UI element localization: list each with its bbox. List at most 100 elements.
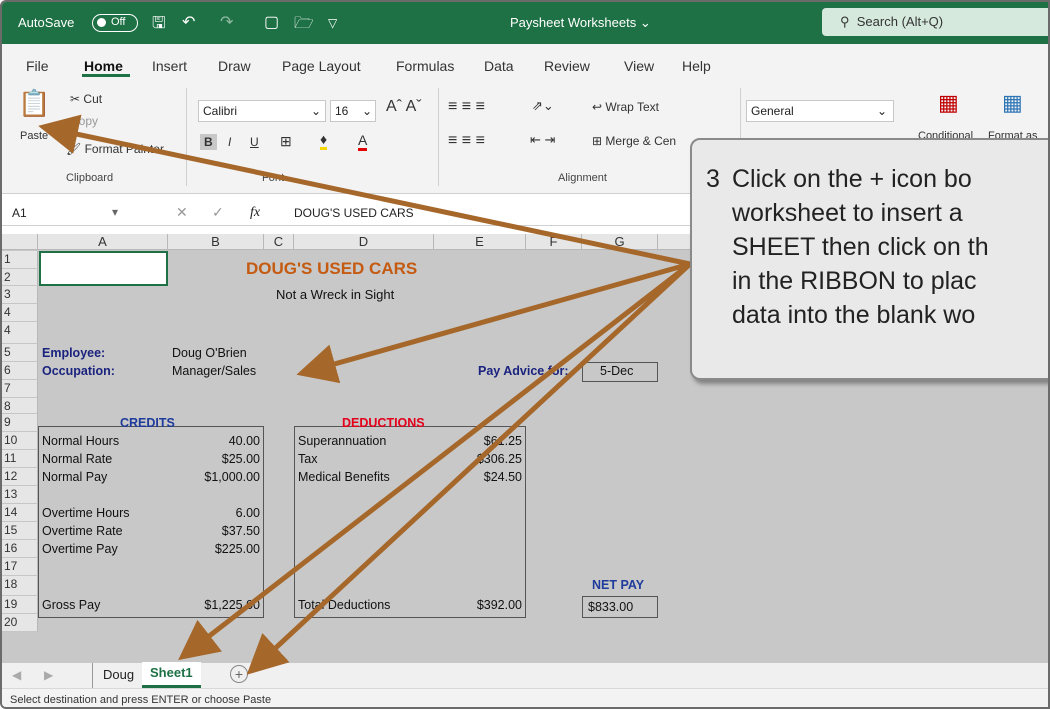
document-title[interactable]: Paysheet Worksheets ⌄ xyxy=(510,15,651,31)
deductions-header[interactable]: DEDUCTIONS xyxy=(342,414,425,432)
sheet-tab-sheet1[interactable]: Sheet1 xyxy=(142,662,201,688)
row-header[interactable]: 14 xyxy=(2,504,38,522)
customize-qat-icon[interactable]: ▽ xyxy=(328,16,337,30)
pay-advice-value[interactable]: 5-Dec xyxy=(600,362,633,380)
row-header[interactable]: 11 xyxy=(2,450,38,468)
credit-label[interactable]: Overtime Rate xyxy=(42,522,123,540)
deduction-value[interactable]: $392.00 xyxy=(434,596,522,614)
row-header[interactable]: 4 xyxy=(2,304,38,322)
new-sheet-icon[interactable]: + xyxy=(230,665,248,683)
credit-label[interactable]: Normal Rate xyxy=(42,450,112,468)
column-header-e[interactable]: E xyxy=(434,234,526,250)
wrap-text-button[interactable]: ↩ Wrap Text xyxy=(592,100,659,114)
insert-function-icon[interactable]: fx xyxy=(250,205,260,221)
tab-insert[interactable]: Insert xyxy=(152,58,187,74)
font-size-dropdown[interactable]: 16 ⌄ xyxy=(330,100,376,122)
row-header[interactable]: 20 xyxy=(2,614,38,632)
name-box-dropdown-icon[interactable]: ▾ xyxy=(112,205,118,219)
redo-icon[interactable]: ↷ xyxy=(220,12,233,32)
grow-font-icon[interactable]: Aˆ Aˇ xyxy=(386,98,422,116)
italic-button[interactable]: I xyxy=(228,135,231,149)
cut-button[interactable]: ✂ Cut xyxy=(70,92,102,106)
sheet-subtitle[interactable]: Not a Wreck in Sight xyxy=(276,286,394,304)
net-pay-label[interactable]: NET PAY xyxy=(592,576,644,594)
credit-value[interactable]: 6.00 xyxy=(168,504,260,522)
tab-home[interactable]: Home xyxy=(84,58,123,74)
credit-label[interactable]: Normal Pay xyxy=(42,468,107,486)
deduction-value[interactable]: $306.25 xyxy=(434,450,522,468)
net-pay-value[interactable]: $833.00 xyxy=(588,598,633,616)
orientation-icon[interactable]: ⇗⌄ xyxy=(532,98,554,114)
pay-advice-label[interactable]: Pay Advice for: xyxy=(478,362,569,380)
autosave-toggle[interactable]: Off xyxy=(92,14,138,32)
format-as-table-icon[interactable]: ▦ xyxy=(1002,90,1023,116)
tab-formulas[interactable]: Formulas xyxy=(396,58,454,74)
row-header[interactable]: 15 xyxy=(2,522,38,540)
column-header-a[interactable]: A xyxy=(38,234,168,250)
row-header[interactable]: 7 xyxy=(2,380,38,398)
paste-icon[interactable]: 📋 xyxy=(18,88,50,119)
enter-icon[interactable]: ✓ xyxy=(212,204,224,221)
cancel-icon[interactable]: ✕ xyxy=(176,204,188,221)
scroll-left-icon[interactable]: ◀ xyxy=(12,668,21,682)
column-header-b[interactable]: B xyxy=(168,234,264,250)
align-top-icon[interactable]: ≡ ≡ ≡ xyxy=(448,98,485,116)
tab-page-layout[interactable]: Page Layout xyxy=(282,58,361,74)
indent-icon[interactable]: ⇤ ⇥ xyxy=(530,132,555,148)
format-painter-button[interactable]: 🖌 Format Painter xyxy=(66,142,164,156)
underline-button[interactable]: U xyxy=(250,135,259,149)
occupation-label[interactable]: Occupation: xyxy=(42,362,115,380)
row-header[interactable]: 18 xyxy=(2,576,38,596)
column-header-d[interactable]: D xyxy=(294,234,434,250)
number-format-dropdown[interactable]: General ⌄ xyxy=(746,100,894,122)
credit-value[interactable]: $25.00 xyxy=(168,450,260,468)
credit-label[interactable]: Overtime Pay xyxy=(42,540,118,558)
deduction-label[interactable]: Total Deductions xyxy=(298,596,390,614)
column-header-f[interactable]: F xyxy=(526,234,582,250)
sheet-title[interactable]: DOUG'S USED CARS xyxy=(246,260,417,278)
deduction-value[interactable]: $61.25 xyxy=(434,432,522,450)
credit-value[interactable]: $37.50 xyxy=(168,522,260,540)
credit-value[interactable]: $1,000.00 xyxy=(168,468,260,486)
row-header[interactable]: 13 xyxy=(2,486,38,504)
row-header[interactable]: 17 xyxy=(2,558,38,576)
sheet-tab-doug[interactable]: Doug xyxy=(92,663,144,688)
deduction-label[interactable]: Tax xyxy=(298,450,317,468)
new-file-icon[interactable]: ▢ xyxy=(264,12,279,32)
tab-draw[interactable]: Draw xyxy=(218,58,251,74)
row-header[interactable]: 9 xyxy=(2,414,38,432)
align-left-icon[interactable]: ≡ ≡ ≡ xyxy=(448,132,485,150)
row-header[interactable]: 10 xyxy=(2,432,38,450)
employee-value[interactable]: Doug O'Brien xyxy=(172,344,247,362)
row-header[interactable]: 1 xyxy=(2,251,38,269)
undo-icon[interactable]: ↶ xyxy=(182,12,195,32)
occupation-value[interactable]: Manager/Sales xyxy=(172,362,256,380)
scroll-right-icon[interactable]: ▶ xyxy=(44,668,53,682)
credit-label[interactable]: Normal Hours xyxy=(42,432,119,450)
open-folder-icon[interactable]: 🗁 xyxy=(294,12,314,39)
copy-button[interactable]: Copy xyxy=(70,114,98,128)
column-header-c[interactable]: C xyxy=(264,234,294,250)
row-header[interactable]: 2 xyxy=(2,269,38,286)
column-header-g[interactable]: G xyxy=(582,234,658,250)
conditional-formatting-icon[interactable]: ▦ xyxy=(938,90,959,116)
deduction-value[interactable]: $24.50 xyxy=(434,468,522,486)
font-name-dropdown[interactable]: Calibri ⌄ xyxy=(198,100,326,122)
row-header[interactable]: 12 xyxy=(2,468,38,486)
save-icon[interactable]: 🖫 xyxy=(152,12,166,39)
borders-icon[interactable]: ⊞ xyxy=(280,133,292,150)
tab-help[interactable]: Help xyxy=(682,58,711,74)
credit-label[interactable]: Gross Pay xyxy=(42,596,100,614)
merge-center-button[interactable]: ⊞ Merge & Cen xyxy=(592,134,676,148)
tab-view[interactable]: View xyxy=(624,58,654,74)
row-header[interactable]: 16 xyxy=(2,540,38,558)
credit-value[interactable]: $1,225.00 xyxy=(168,596,260,614)
credits-header[interactable]: CREDITS xyxy=(120,414,175,432)
credit-label[interactable]: Overtime Hours xyxy=(42,504,130,522)
font-color-icon[interactable]: A xyxy=(358,132,368,151)
search-box[interactable]: ⚲ Search (Alt+Q) xyxy=(822,8,1048,36)
fill-color-icon[interactable]: ♦ xyxy=(320,131,328,150)
active-cell-a1[interactable] xyxy=(39,251,168,286)
row-header[interactable]: 19 xyxy=(2,596,38,614)
credit-value[interactable]: 40.00 xyxy=(168,432,260,450)
